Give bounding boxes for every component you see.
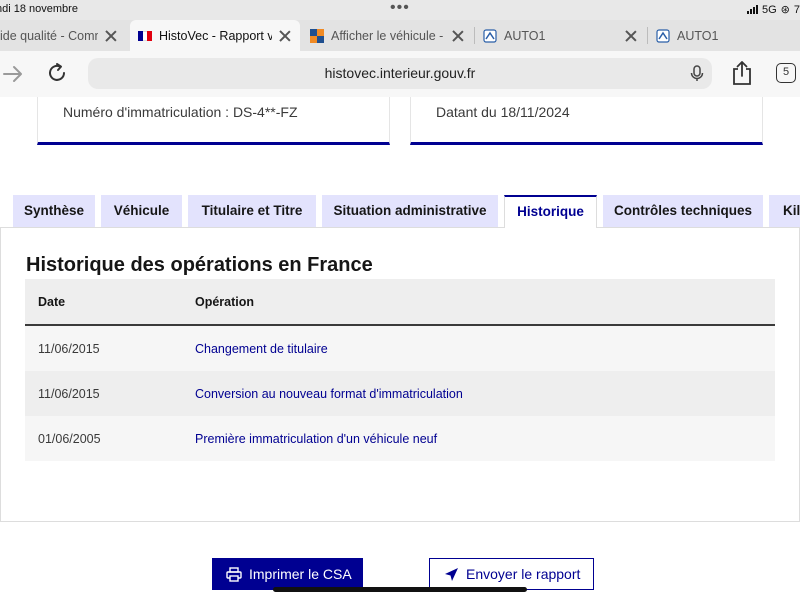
status-right: 5G ⊛ 7 — [746, 3, 800, 16]
tab-count-button[interactable]: 5 — [776, 63, 796, 83]
close-icon[interactable] — [104, 29, 118, 43]
report-date-card: Datant du 18/11/2024 — [410, 97, 763, 145]
registration-number: Numéro d'immatriculation : DS-4**-FZ — [63, 104, 298, 120]
table-row: 11/06/2015 Conversion au nouveau format … — [25, 371, 775, 416]
browser-tab-title: ide qualité - Comm — [0, 28, 98, 43]
browser-tab-1[interactable]: ide qualité - Comm — [0, 20, 126, 51]
tab-controles-techniques[interactable]: Contrôles techniques — [603, 195, 763, 227]
row-operation: Première immatriculation d'un véhicule n… — [195, 416, 775, 461]
column-header-date: Date — [25, 279, 195, 326]
table-row: 01/06/2005 Première immatriculation d'un… — [25, 416, 775, 461]
row-date: 01/06/2005 — [25, 416, 195, 461]
browser-tab-3[interactable]: Afficher le véhicule - A — [302, 20, 473, 51]
browser-tab-title: Afficher le véhicule - A — [331, 28, 445, 43]
send-report-label: Envoyer le rapport — [466, 566, 581, 582]
auto1-icon — [656, 28, 670, 43]
row-date: 11/06/2015 — [25, 371, 195, 416]
browser-tab-4[interactable]: AUTO1 — [475, 20, 646, 51]
french-flag-icon — [138, 30, 153, 41]
browser-tab-2[interactable]: HistoVec - Rapport ve — [130, 20, 300, 51]
status-bar: ndi 18 novembre ••• 5G ⊛ 7 — [0, 0, 800, 20]
url-bar[interactable]: histovec.interieur.gouv.fr — [88, 58, 712, 89]
close-icon[interactable] — [451, 29, 465, 43]
tab-situation-administrative[interactable]: Situation administrative — [322, 195, 498, 227]
table-row: 11/06/2015 Changement de titulaire — [25, 325, 775, 371]
browser-toolbar: histovec.interieur.gouv.fr 5 — [0, 51, 800, 98]
browser-tab-5[interactable]: AUTO1 — [648, 20, 800, 51]
browser-tab-strip: ide qualité - Comm HistoVec - Rapport ve… — [0, 20, 800, 51]
printer-icon — [226, 566, 242, 582]
print-csa-label: Imprimer le CSA — [249, 566, 352, 582]
auto1-icon — [483, 28, 497, 43]
share-icon[interactable] — [731, 60, 753, 86]
reload-icon[interactable] — [46, 62, 68, 84]
send-icon — [445, 567, 458, 581]
orientation-lock-icon: ⊛ — [780, 4, 790, 16]
close-icon[interactable] — [624, 29, 638, 43]
web-page: Numéro d'immatriculation : DS-4**-FZ Dat… — [0, 97, 800, 600]
send-report-button[interactable]: Envoyer le rapport — [429, 558, 594, 590]
report-date: Datant du 18/11/2024 — [436, 104, 570, 120]
browser-tab-title: HistoVec - Rapport ve — [159, 28, 272, 43]
close-icon[interactable] — [278, 29, 292, 43]
report-tabs: Synthèse Véhicule Titulaire et Titre Sit… — [0, 195, 800, 228]
browser-tab-title: AUTO1 — [677, 28, 719, 43]
battery-label: 7 — [793, 3, 800, 16]
tab-vehicule[interactable]: Véhicule — [101, 195, 182, 227]
url-text: histovec.interieur.gouv.fr — [324, 65, 476, 81]
column-header-operation: Opération — [195, 279, 775, 326]
microphone-icon[interactable] — [690, 65, 704, 82]
page-title: Historique des opérations en France — [26, 254, 373, 276]
row-operation: Conversion au nouveau format d'immatricu… — [195, 371, 775, 416]
row-date: 11/06/2015 — [25, 325, 195, 371]
tab-titulaire-et-titre[interactable]: Titulaire et Titre — [188, 195, 316, 227]
status-time: ndi 18 novembre — [0, 3, 78, 15]
tab-count: 5 — [782, 66, 790, 78]
network-label: 5G — [761, 3, 777, 16]
browser-tab-title: AUTO1 — [504, 28, 546, 43]
history-table: Date Opération 11/06/2015 Changement de … — [25, 279, 775, 461]
table-header-row: Date Opération — [25, 279, 775, 326]
signal-icon — [746, 5, 758, 14]
multitasking-dots-icon[interactable]: ••• — [390, 0, 410, 16]
tab-kilometrage[interactable]: Kilo — [769, 195, 800, 227]
home-indicator — [273, 587, 527, 592]
grid-logo-icon — [310, 28, 324, 43]
tab-historique[interactable]: Historique — [504, 195, 597, 228]
print-csa-button[interactable]: Imprimer le CSA — [212, 558, 363, 590]
row-operation: Changement de titulaire — [195, 325, 775, 371]
registration-card: Numéro d'immatriculation : DS-4**-FZ — [37, 97, 390, 145]
forward-arrow-icon[interactable] — [2, 64, 24, 84]
tab-synthese[interactable]: Synthèse — [13, 195, 95, 227]
